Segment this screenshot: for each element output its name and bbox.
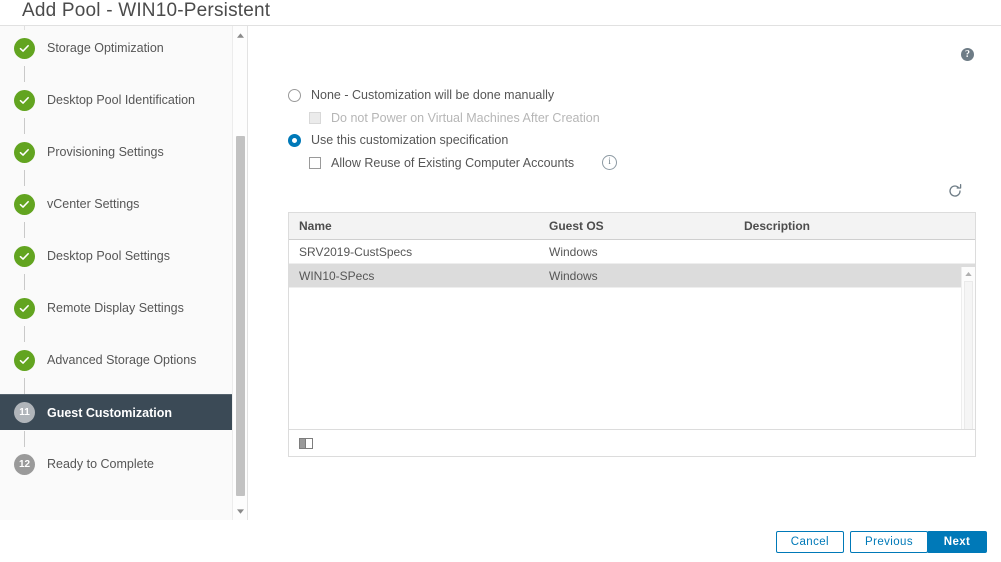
sidebar-item-label: Ready to Complete [47, 457, 155, 471]
checkbox-do-not-power-on-label: Do not Power on Virtual Machines After C… [331, 111, 600, 125]
radio-none-indicator[interactable] [288, 88, 301, 102]
check-circle-icon [14, 89, 35, 111]
table-header-row: Name Guest OS Description [289, 213, 975, 240]
cell-guest-os: Windows [549, 244, 598, 259]
sidebar-item-desktop-pool-settings[interactable]: Desktop Pool Settings [0, 238, 247, 290]
sidebar-item-label: Provisioning Settings [47, 145, 164, 159]
help-icon[interactable]: ? [961, 48, 974, 61]
customization-spec-table: Name Guest OS Description SRV2019-CustSp… [288, 212, 976, 457]
table-scroll-up-arrow-icon[interactable] [962, 268, 975, 280]
checkbox-do-not-power-on-indicator [309, 112, 321, 124]
info-icon[interactable]: i [602, 155, 618, 170]
checkbox-do-not-power-on: Do not Power on Virtual Machines After C… [309, 111, 600, 125]
table-scrollbar[interactable] [961, 267, 975, 430]
table-row[interactable]: SRV2019-CustSpecs Windows [289, 240, 975, 264]
wizard-step-sidebar: User Assignment Storage Optimization Des… [0, 26, 248, 520]
sidebar-item-advanced-storage-options[interactable]: Advanced Storage Options [0, 342, 247, 394]
step-number-badge: 12 [14, 453, 35, 475]
cell-name: SRV2019-CustSpecs [299, 244, 413, 259]
column-header-guest-os[interactable]: Guest OS [539, 219, 734, 233]
sidebar-item-provisioning-settings[interactable]: Provisioning Settings [0, 134, 247, 186]
column-toggle-icon[interactable] [299, 437, 313, 449]
check-circle-icon [14, 37, 35, 59]
cancel-button[interactable]: Cancel [775, 531, 844, 553]
table-row[interactable]: WIN10-SPecs Windows [289, 264, 975, 288]
scroll-up-arrow-icon[interactable] [233, 28, 247, 42]
next-button[interactable]: Next [927, 531, 987, 553]
wizard-footer: Cancel Previous Next [0, 520, 1001, 562]
sidebar-item-ready-to-complete[interactable]: 12 Ready to Complete [0, 446, 247, 482]
sidebar-item-label: Desktop Pool Settings [47, 249, 170, 263]
guest-customization-panel: ? None - Customization will be done manu… [264, 26, 1001, 520]
sidebar-item-guest-customization[interactable]: 11 Guest Customization [0, 394, 247, 447]
sidebar-item-label: Advanced Storage Options [47, 353, 197, 367]
previous-button[interactable]: Previous [850, 531, 928, 553]
sidebar-item-label: Guest Customization [47, 405, 173, 420]
sidebar-item-label: Remote Display Settings [47, 301, 184, 315]
check-circle-icon [14, 193, 35, 215]
sidebar-item-desktop-pool-identification[interactable]: Desktop Pool Identification [0, 82, 247, 134]
check-circle-icon [14, 349, 35, 371]
checkbox-allow-reuse-label: Allow Reuse of Existing Computer Account… [331, 155, 575, 170]
sidebar-item-label: Storage Optimization [47, 41, 164, 55]
step-number-badge: 11 [14, 402, 35, 423]
radio-none-label: None - Customization will be done manual… [311, 88, 555, 102]
check-circle-icon [14, 141, 35, 163]
table-scrollbar-thumb[interactable] [964, 281, 973, 430]
scroll-down-arrow-icon[interactable] [233, 504, 247, 518]
radio-option-none[interactable]: None - Customization will be done manual… [288, 88, 554, 102]
radio-use-spec-indicator[interactable] [288, 133, 301, 147]
sidebar-item-storage-optimization[interactable]: Storage Optimization [0, 30, 247, 82]
sidebar-item-remote-display-settings[interactable]: Remote Display Settings [0, 290, 247, 342]
check-circle-icon [14, 245, 35, 267]
table-footer [289, 429, 975, 456]
checkbox-allow-reuse-indicator[interactable] [309, 156, 321, 169]
table-body: SRV2019-CustSpecs Windows WIN10-SPecs Wi… [289, 240, 975, 430]
column-header-description[interactable]: Description [734, 219, 975, 233]
sidebar-item-label: vCenter Settings [47, 197, 140, 211]
window-titlebar: Add Pool - WIN10-Persistent [0, 0, 1001, 26]
sidebar-item-vcenter-settings[interactable]: vCenter Settings [0, 186, 247, 238]
checkbox-allow-reuse-accounts[interactable]: Allow Reuse of Existing Computer Account… [309, 155, 618, 170]
sidebar-scrollbar[interactable] [232, 26, 247, 520]
cell-guest-os: Windows [549, 268, 598, 283]
page-title: Add Pool - WIN10-Persistent [22, 0, 271, 21]
check-circle-icon [14, 297, 35, 319]
radio-use-spec-label: Use this customization specification [311, 133, 509, 147]
refresh-icon[interactable] [947, 183, 963, 199]
sidebar-scrollbar-thumb[interactable] [236, 136, 245, 496]
radio-option-use-customization-spec[interactable]: Use this customization specification [288, 133, 508, 147]
step-list: User Assignment Storage Optimization Des… [0, 26, 247, 482]
column-header-name[interactable]: Name [289, 219, 539, 233]
cell-name: WIN10-SPecs [299, 268, 375, 283]
sidebar-item-label: Desktop Pool Identification [47, 93, 196, 107]
wizard-body: User Assignment Storage Optimization Des… [0, 26, 1001, 520]
